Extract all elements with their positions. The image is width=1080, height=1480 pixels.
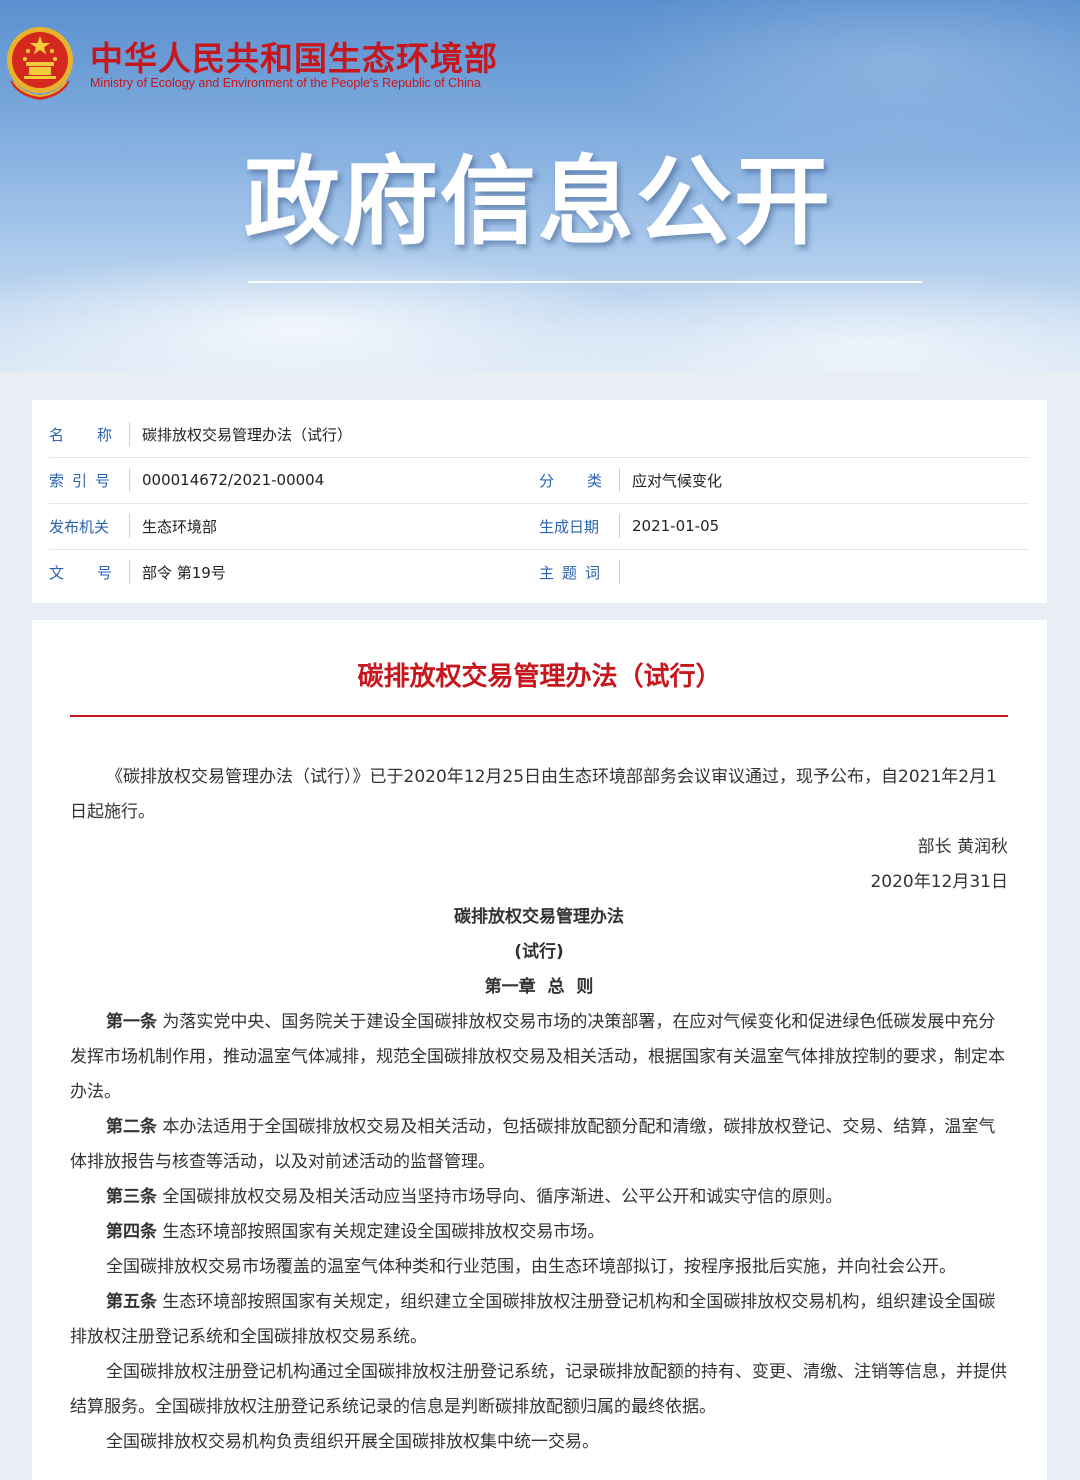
meta-divider	[619, 514, 620, 538]
meta-label-category: 分类	[539, 471, 636, 490]
banner-title: 政府信息公开	[244, 146, 832, 258]
article-number: 第三条	[106, 1187, 157, 1207]
article-title: 碳排放权交易管理办法（试行）	[357, 662, 722, 692]
meta-value-name: 碳排放权交易管理办法（试行）	[142, 425, 353, 444]
meta-divider	[619, 468, 620, 492]
article-number: 第四条	[106, 1222, 157, 1242]
banner-title-underline	[248, 281, 922, 283]
meta-label-docno: 文号	[49, 563, 146, 582]
meta-divider	[129, 560, 130, 584]
header-banner: 中华人民共和国生态环境部 Ministry of Ecology and Env…	[0, 0, 1080, 372]
ministry-name-cn[interactable]: 中华人民共和国生态环境部	[90, 32, 498, 80]
meta-row-docno: 文号 部令 第19号 主题词	[49, 549, 1029, 595]
meta-row-issuer: 发布机关 生态环境部 生成日期 2021-01-05	[49, 503, 1029, 550]
article-text: 全国碳排放权交易及相关活动应当坚持市场导向、循序渐进、公平公开和诚实守信的原则。	[162, 1187, 843, 1207]
article-number: 第一条	[106, 1012, 157, 1032]
meta-label-name: 名称	[49, 425, 146, 444]
intro-paragraph: 《碳排放权交易管理办法（试行）》已于2020年12月25日由生态环境部部务会议审…	[70, 767, 997, 822]
article-4: 第四条 生态环境部按照国家有关规定建设全国碳排放权交易市场。	[70, 1215, 1008, 1250]
article-number: 第五条	[106, 1292, 157, 1312]
article-number: 第二条	[106, 1117, 157, 1137]
article-3: 第三条 全国碳排放权交易及相关活动应当坚持市场导向、循序渐进、公平公开和诚实守信…	[70, 1180, 1008, 1215]
document-heading: 碳排放权交易管理办法	[454, 907, 624, 927]
meta-value-docno: 部令 第19号	[142, 563, 226, 582]
meta-divider	[129, 514, 130, 538]
document-meta-card: 名称 碳排放权交易管理办法（试行） 索引号 000014672/2021-000…	[32, 400, 1047, 603]
article-card: 碳排放权交易管理办法（试行） 《碳排放权交易管理办法（试行）》已于2020年12…	[32, 620, 1047, 1480]
chapter-heading: 第一章 总 则	[484, 977, 594, 997]
meta-label-issuer: 发布机关	[49, 517, 110, 536]
meta-divider	[619, 560, 620, 584]
article-text: 为落实党中央、国务院关于建设全国碳排放权交易市场的决策部署，在应对气候变化和促进…	[70, 1012, 1005, 1102]
signature: 部长 黄润秋	[917, 837, 1008, 857]
meta-row-name: 名称 碳排放权交易管理办法（试行）	[49, 411, 1029, 458]
article-5-paragraph-2: 全国碳排放权注册登记机构通过全国碳排放权注册登记系统，记录碳排放配额的持有、变更…	[70, 1362, 1007, 1417]
article-text: 生态环境部按照国家有关规定建设全国碳排放权交易市场。	[162, 1222, 605, 1242]
document-subheading: (试行)	[514, 942, 564, 962]
article-5: 第五条 生态环境部按照国家有关规定，组织建立全国碳排放权注册登记机构和全国碳排放…	[70, 1285, 1008, 1355]
meta-value-category: 应对气候变化	[632, 471, 723, 490]
meta-divider	[129, 468, 130, 492]
meta-value-date: 2021-01-05	[632, 517, 720, 535]
meta-row-index: 索引号 000014672/2021-00004 分类 应对气候变化	[49, 457, 1029, 504]
meta-label-index: 索引号	[49, 471, 119, 490]
meta-label-topic: 主题词	[539, 563, 609, 582]
ministry-name-en[interactable]: Ministry of Ecology and Environment of t…	[90, 76, 481, 90]
banner-cloud	[600, 0, 1080, 160]
title-divider	[70, 715, 1008, 717]
article-body: 《碳排放权交易管理办法（试行）》已于2020年12月25日由生态环境部部务会议审…	[70, 760, 1008, 1460]
article-1: 第一条 为落实党中央、国务院关于建设全国碳排放权交易市场的决策部署，在应对气候变…	[70, 1005, 1008, 1110]
article-2: 第二条 本办法适用于全国碳排放权交易及相关活动，包括碳排放配额分配和清缴，碳排放…	[70, 1110, 1008, 1180]
article-4-paragraph-2: 全国碳排放权交易市场覆盖的温室气体种类和行业范围，由生态环境部拟订，按程序报批后…	[106, 1257, 956, 1277]
article-5-paragraph-3: 全国碳排放权交易机构负责组织开展全国碳排放权集中统一交易。	[106, 1432, 599, 1452]
meta-value-issuer: 生态环境部	[142, 517, 218, 536]
national-emblem-icon[interactable]	[4, 24, 76, 104]
article-text: 本办法适用于全国碳排放权交易及相关活动，包括碳排放配额分配和清缴，碳排放权登记、…	[70, 1117, 996, 1172]
meta-value-index: 000014672/2021-00004	[142, 471, 325, 489]
meta-divider	[129, 422, 130, 446]
meta-label-date: 生成日期	[539, 517, 600, 536]
article-text: 生态环境部按照国家有关规定，组织建立全国碳排放权注册登记机构和全国碳排放权交易机…	[70, 1292, 996, 1347]
sign-date: 2020年12月31日	[870, 872, 1008, 892]
